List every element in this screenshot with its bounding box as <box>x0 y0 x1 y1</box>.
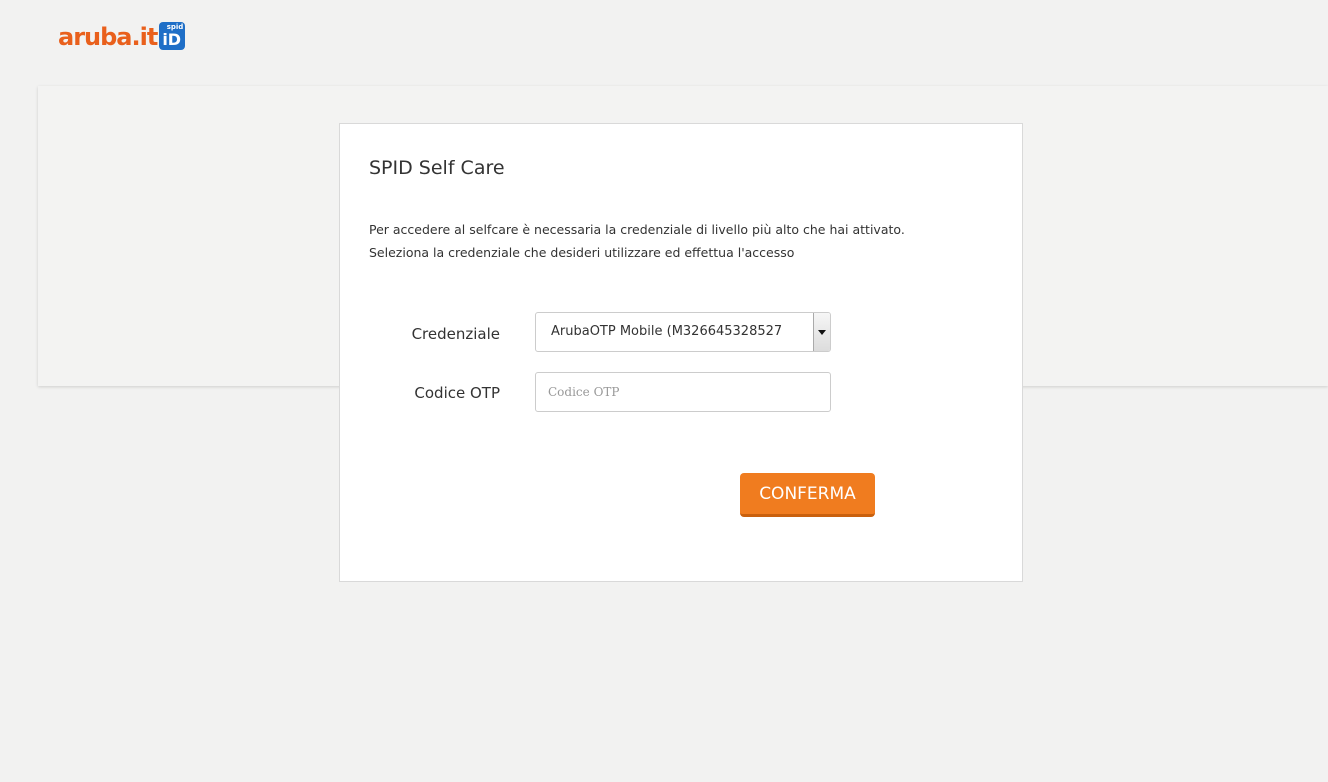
description-line-1: Per accedere al selfcare è necessaria la… <box>369 222 905 237</box>
page: aruba.it spid iD SPID Self Care Per acce… <box>8 8 1328 782</box>
page-title: SPID Self Care <box>369 157 505 179</box>
description-line-2: Seleziona la credenziale che desideri ut… <box>369 245 795 260</box>
spid-id-badge-icon: spid iD <box>159 22 186 50</box>
otp-input[interactable] <box>535 372 831 412</box>
credential-label: Credenziale <box>411 325 500 343</box>
header: aruba.it spid iD <box>8 8 1328 88</box>
login-card: SPID Self Care Per accedere al selfcare … <box>339 123 1023 582</box>
logo-text: aruba.it <box>58 23 158 51</box>
credential-selected-value: ArubaOTP Mobile (M326645328527 <box>551 324 783 339</box>
credential-select[interactable]: ArubaOTP Mobile (M326645328527 <box>535 312 831 352</box>
badge-id-text: iD <box>162 30 182 49</box>
aruba-spid-logo[interactable]: aruba.it spid iD <box>58 20 186 51</box>
otp-label: Codice OTP <box>414 384 500 402</box>
confirm-button[interactable]: CONFERMA <box>740 473 875 517</box>
chevron-down-icon <box>818 329 826 335</box>
select-dropdown-button[interactable] <box>813 313 830 351</box>
card-description: Per accedere al selfcare è necessaria la… <box>369 218 1009 264</box>
